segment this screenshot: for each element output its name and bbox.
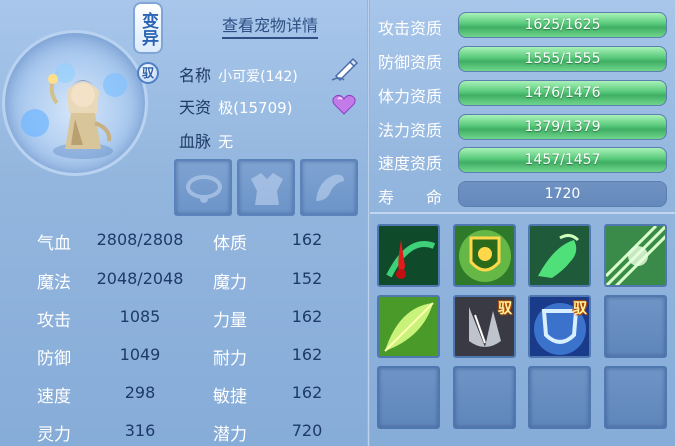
stat-value: 298 bbox=[124, 383, 156, 402]
aptitude-value: 1476/1476 bbox=[524, 85, 601, 101]
stat-value: 2808/2808 bbox=[96, 230, 184, 249]
armor-icon bbox=[251, 173, 283, 205]
green-shield-skill-icon bbox=[455, 226, 514, 285]
empty-skill-slot[interactable] bbox=[604, 295, 667, 358]
equip-slot-collar[interactable] bbox=[174, 159, 232, 216]
aptitude-label: 攻击资质 bbox=[378, 19, 443, 38]
skill-slot[interactable] bbox=[453, 224, 516, 287]
life-value: 1720 bbox=[544, 186, 581, 202]
blood-bleed-skill-icon bbox=[379, 226, 438, 285]
pet-talent-label: 天资 bbox=[179, 98, 212, 117]
pet-name-row: 名称 小可爱(142) bbox=[179, 62, 298, 86]
pet-figure-icon bbox=[21, 63, 127, 159]
skill-tame-tag: 驭 bbox=[498, 301, 512, 317]
tame-badge: 驭 bbox=[137, 62, 159, 84]
section-divider bbox=[370, 212, 675, 214]
pet-bloodline-value: 无 bbox=[218, 133, 234, 151]
aptitude-label: 防御资质 bbox=[378, 53, 443, 72]
equip-slot-armor[interactable] bbox=[237, 159, 295, 216]
skill-slot[interactable] bbox=[528, 224, 591, 287]
skill-slot[interactable] bbox=[377, 295, 440, 358]
pet-portrait[interactable] bbox=[2, 30, 148, 176]
aptitude-bar: 1555/1555 bbox=[458, 46, 667, 72]
panel-divider bbox=[367, 0, 370, 446]
life-label: 寿 命 bbox=[378, 188, 443, 207]
green-burst-skill-icon bbox=[606, 226, 665, 285]
attribute-label: 力量 bbox=[213, 311, 247, 331]
attribute-label: 敏捷 bbox=[213, 387, 247, 407]
heart-icon bbox=[332, 94, 356, 115]
pet-talent-row: 天资 极(15709) bbox=[179, 94, 293, 118]
aptitude-bar: 1379/1379 bbox=[458, 114, 667, 140]
collar-icon bbox=[186, 175, 222, 203]
attribute-value: 152 bbox=[291, 269, 323, 288]
stat-label: 灵力 bbox=[37, 425, 71, 445]
skill-slot[interactable]: 驭 bbox=[528, 295, 591, 358]
aptitude-value: 1555/1555 bbox=[524, 51, 601, 67]
stat-label: 攻击 bbox=[37, 311, 71, 331]
empty-skill-slot[interactable] bbox=[453, 366, 516, 429]
pet-detail-panel: 变异 驭 查看宠物详情 名称 小可爱(142) 天资 极(15709) 血脉 无 bbox=[0, 0, 675, 446]
stat-value: 1085 bbox=[119, 307, 161, 326]
attribute-value: 162 bbox=[291, 230, 323, 249]
stat-label: 速度 bbox=[37, 387, 71, 407]
skill-slot[interactable]: 驭 bbox=[453, 295, 516, 358]
stat-label: 气血 bbox=[37, 234, 71, 254]
stat-label: 防御 bbox=[37, 349, 71, 369]
attribute-label: 耐力 bbox=[213, 349, 247, 369]
attribute-value: 720 bbox=[291, 421, 323, 440]
pet-name-label: 名称 bbox=[179, 66, 212, 85]
variant-badge: 变异 bbox=[133, 2, 163, 54]
pet-name-value: 小可爱(142) bbox=[218, 69, 298, 85]
attribute-value: 162 bbox=[291, 345, 323, 364]
aptitude-label: 速度资质 bbox=[378, 154, 443, 173]
attribute-label: 潜力 bbox=[213, 425, 247, 445]
attribute-label: 魔力 bbox=[213, 273, 247, 293]
attribute-label: 体质 bbox=[213, 234, 247, 254]
aptitude-bar: 1625/1625 bbox=[458, 12, 667, 38]
empty-skill-slot[interactable] bbox=[377, 366, 440, 429]
accessory-icon bbox=[316, 174, 344, 201]
stat-value: 1049 bbox=[119, 345, 161, 364]
life-bar: 1720 bbox=[458, 181, 667, 207]
skill-slot[interactable] bbox=[377, 224, 440, 287]
aptitude-bar: 1457/1457 bbox=[458, 147, 667, 173]
edit-name-icon[interactable] bbox=[330, 56, 360, 82]
green-beast-skill-icon bbox=[530, 226, 589, 285]
aptitude-value: 1457/1457 bbox=[524, 152, 601, 168]
view-pet-detail-link[interactable]: 查看宠物详情 bbox=[222, 12, 319, 39]
green-leaf-skill-icon bbox=[379, 297, 438, 356]
pet-talent-value: 极(15709) bbox=[218, 99, 293, 117]
attribute-value: 162 bbox=[291, 307, 323, 326]
aptitude-value: 1625/1625 bbox=[524, 17, 601, 33]
stat-value: 2048/2048 bbox=[96, 269, 184, 288]
attribute-value: 162 bbox=[291, 383, 323, 402]
empty-skill-slot[interactable] bbox=[528, 366, 591, 429]
stat-label: 魔法 bbox=[37, 273, 71, 293]
aptitude-label: 法力资质 bbox=[378, 121, 443, 140]
equip-slot-accessory[interactable] bbox=[300, 159, 358, 216]
aptitude-bar: 1476/1476 bbox=[458, 80, 667, 106]
skill-slot[interactable] bbox=[604, 224, 667, 287]
stat-value: 316 bbox=[124, 421, 156, 440]
aptitude-value: 1379/1379 bbox=[524, 119, 601, 135]
aptitude-label: 体力资质 bbox=[378, 87, 443, 106]
pet-bloodline-row: 血脉 无 bbox=[179, 128, 233, 152]
pet-bloodline-label: 血脉 bbox=[179, 132, 212, 151]
empty-skill-slot[interactable] bbox=[604, 366, 667, 429]
skill-tame-tag: 驭 bbox=[573, 301, 587, 317]
